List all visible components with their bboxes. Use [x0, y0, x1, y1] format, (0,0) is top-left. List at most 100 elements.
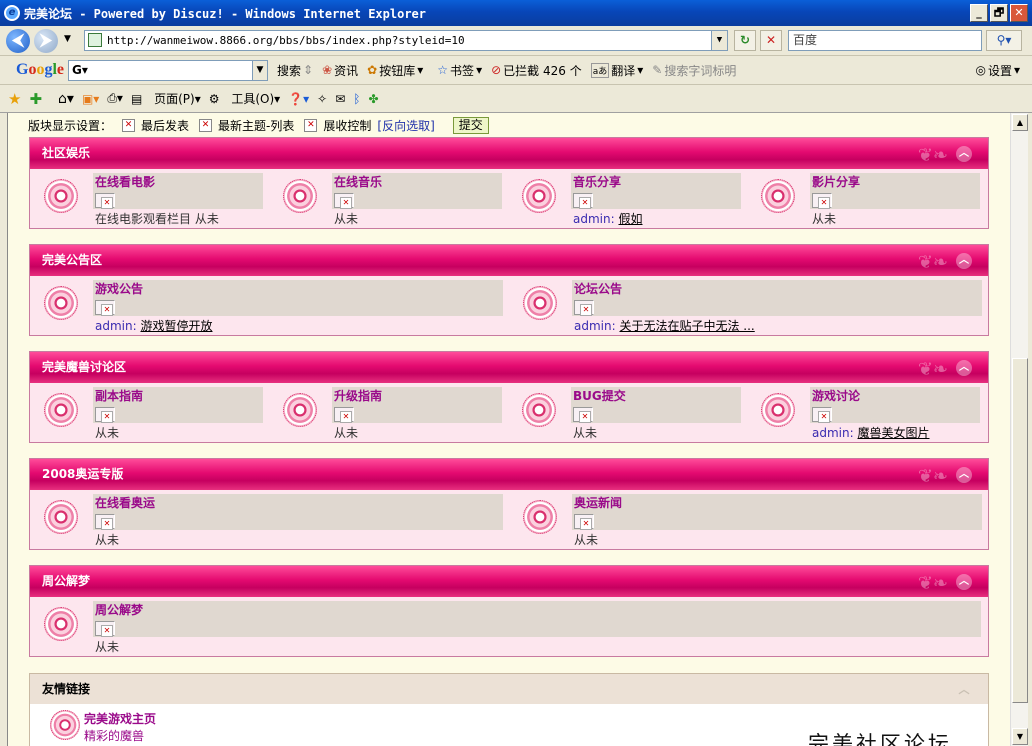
collapse-icon[interactable]: ︿ — [956, 467, 972, 483]
feeds-icon[interactable]: ▣▾ — [82, 92, 99, 106]
forum-last-post: 从未 — [95, 533, 120, 547]
scroll-down-icon[interactable]: ▼ — [1012, 728, 1028, 745]
help-icon[interactable]: ❓▾ — [288, 92, 309, 106]
forum-name[interactable]: 在线看电影 — [95, 173, 155, 190]
news-icon: ❀ — [322, 63, 333, 77]
back-button[interactable]: ⮜ — [6, 29, 30, 53]
scroll-up-icon[interactable]: ▲ — [1012, 114, 1028, 131]
forum-name[interactable]: 升级指南 — [334, 387, 382, 404]
page-menu[interactable]: ▤ 页面(P)▾ — [131, 90, 201, 107]
option-collapse[interactable]: 展收控制 — [323, 117, 371, 134]
section-title[interactable]: 周公解梦 — [42, 574, 90, 588]
collapse-icon[interactable]: ︿ — [956, 146, 972, 162]
section-header: 社区娱乐 ❦❧ ︿ — [30, 138, 988, 169]
post-author[interactable]: admin: — [95, 319, 137, 333]
tools-menu[interactable]: ⚙ 工具(O)▾ — [209, 90, 280, 107]
forum-name[interactable]: 奥运新闻 — [574, 494, 622, 511]
search-input[interactable]: 百度 — [788, 30, 982, 51]
forum-name[interactable]: 影片分享 — [812, 173, 860, 190]
section-header: 2008奥运专版 ❦❧ ︿ — [30, 459, 988, 490]
addon-icon[interactable]: ✤ — [368, 92, 378, 106]
favorites-star-icon[interactable]: ★ — [8, 90, 21, 108]
forum-name[interactable]: 音乐分享 — [573, 173, 621, 190]
news-button[interactable]: ❀ 资讯 — [322, 62, 358, 79]
section-title[interactable]: 完美公告区 — [42, 253, 102, 267]
forum-last-post: 从未 — [574, 533, 599, 547]
forum-status-icon — [44, 607, 78, 641]
highlight-button[interactable]: ✎ 搜索字词标明 — [652, 62, 736, 79]
forum-status-icon — [761, 393, 795, 427]
section-friend-links: 友情链接 ︿ 完美游戏主页 精彩的魔兽 完美社区论坛 — [29, 673, 989, 746]
forum-name[interactable]: 论坛公告 — [574, 280, 622, 297]
address-url: http://wanmeiwow.8866.org/bbs/bbs/index.… — [107, 34, 465, 47]
search-go-button[interactable]: ⚲▾ — [986, 30, 1022, 51]
restore-button[interactable]: 🗗 — [990, 4, 1008, 22]
forward-button[interactable]: ⮞ — [34, 29, 58, 53]
add-favorites-icon[interactable]: ✚ — [29, 90, 42, 108]
stop-button[interactable]: ✕ — [760, 30, 782, 51]
broken-image-icon — [334, 193, 354, 209]
section-title[interactable]: 2008奥运专版 — [42, 467, 123, 481]
last-post-link[interactable]: 假如 — [618, 212, 642, 226]
section-title[interactable]: 完美魔兽讨论区 — [42, 360, 126, 374]
option-last-post[interactable]: 最后发表 — [141, 117, 189, 134]
collapse-icon[interactable]: ︿ — [956, 253, 972, 269]
collapse-icon[interactable]: ︿ — [956, 682, 972, 698]
checkbox-last-post[interactable]: ✕ — [122, 118, 136, 132]
forum-name[interactable]: 副本指南 — [95, 387, 143, 404]
section-olympics: 2008奥运专版 ❦❧ ︿ 在线看奥运 从未 奥运新闻 从未 — [29, 458, 989, 550]
refresh-button[interactable]: ↻ — [734, 30, 756, 51]
friend-link-title[interactable]: 完美游戏主页 — [84, 710, 156, 727]
forum-status-icon — [522, 393, 556, 427]
forum-name[interactable]: BUG提交 — [573, 387, 626, 404]
forum-status-icon — [523, 286, 557, 320]
post-author[interactable]: admin: — [573, 212, 615, 226]
popup-blocked-button[interactable]: ⊘ 已拦截 426 个 — [491, 62, 582, 79]
address-dropdown-icon[interactable]: ▼ — [711, 31, 727, 50]
vertical-scrollbar[interactable]: ▲ ▼ — [1010, 113, 1028, 746]
last-post-link[interactable]: 游戏暂停开放 — [140, 319, 212, 333]
home-icon[interactable]: ⌂▾ — [58, 91, 74, 107]
checkbox-collapse[interactable]: ✕ — [304, 118, 318, 132]
translate-button[interactable]: aあ 翻译 ▾ — [590, 62, 643, 79]
google-settings-button[interactable]: ◎ 设置 ▾ — [975, 62, 1020, 79]
collapse-icon[interactable]: ︿ — [956, 574, 972, 590]
forum-name[interactable]: 周公解梦 — [95, 601, 143, 618]
post-author[interactable]: admin: — [812, 426, 854, 440]
command-bar: ★ ✚ ⌂▾ ▣▾ ⎙▾ ▤ 页面(P)▾ ⚙ 工具(O)▾ ❓▾ ✧ ✉ ᛒ … — [0, 85, 1032, 113]
address-input[interactable]: http://wanmeiwow.8866.org/bbs/bbs/index.… — [84, 30, 728, 51]
friend-link-desc: 精彩的魔兽 — [84, 729, 145, 743]
invert-selection-link[interactable]: [反向选取] — [377, 117, 434, 134]
forum-name[interactable]: 游戏公告 — [95, 280, 143, 297]
research-icon[interactable]: ✧ — [317, 92, 327, 106]
scrollbar-thumb[interactable] — [1012, 358, 1028, 703]
checkbox-new-topics[interactable]: ✕ — [199, 118, 213, 132]
messenger-icon[interactable]: ✉ — [335, 92, 345, 106]
google-dropdown-icon[interactable]: ▼ — [252, 60, 268, 80]
google-search-button[interactable]: 搜索 ⇕ — [277, 62, 313, 79]
forum-last-post: admin: 魔兽美女图片 — [812, 424, 930, 441]
window-titlebar: e 完美论坛 - Powered by Discuz! - Windows In… — [0, 0, 1032, 26]
history-dropdown-icon[interactable]: ▼ — [64, 34, 71, 44]
option-new-topics[interactable]: 最新主题-列表 — [218, 117, 294, 134]
forum-name[interactable]: 游戏讨论 — [812, 387, 860, 404]
minimize-button[interactable]: _ — [970, 4, 988, 22]
buttons-gallery-button[interactable]: ✿ 按钮库 ▾ — [367, 62, 423, 79]
bluetooth-icon[interactable]: ᛒ — [353, 92, 360, 106]
bookmarks-button[interactable]: ☆ 书签 ▾ — [437, 62, 482, 79]
forum-status-icon — [44, 500, 78, 534]
last-post-link[interactable]: 魔兽美女图片 — [857, 426, 929, 440]
submit-button[interactable]: 提交 — [452, 116, 489, 134]
last-post-link[interactable]: 关于无法在贴子中无法 ... — [619, 319, 754, 333]
collapse-icon[interactable]: ︿ — [956, 360, 972, 376]
broken-image-icon — [95, 514, 115, 530]
forum-name[interactable]: 在线音乐 — [334, 173, 382, 190]
forum-name[interactable]: 在线看奥运 — [95, 494, 155, 511]
post-author[interactable]: admin: — [574, 319, 616, 333]
forum-last-post: 从未 — [334, 212, 359, 226]
google-search-input[interactable]: G▾ ▼ — [68, 59, 269, 81]
display-settings-row: 版块显示设置： ✕ 最后发表 ✕ 最新主题-列表 ✕ 展收控制 [反向选取] 提… — [28, 113, 489, 137]
close-button[interactable]: ✕ — [1010, 4, 1028, 22]
section-title[interactable]: 社区娱乐 — [42, 146, 90, 160]
print-icon[interactable]: ⎙▾ — [107, 91, 123, 106]
